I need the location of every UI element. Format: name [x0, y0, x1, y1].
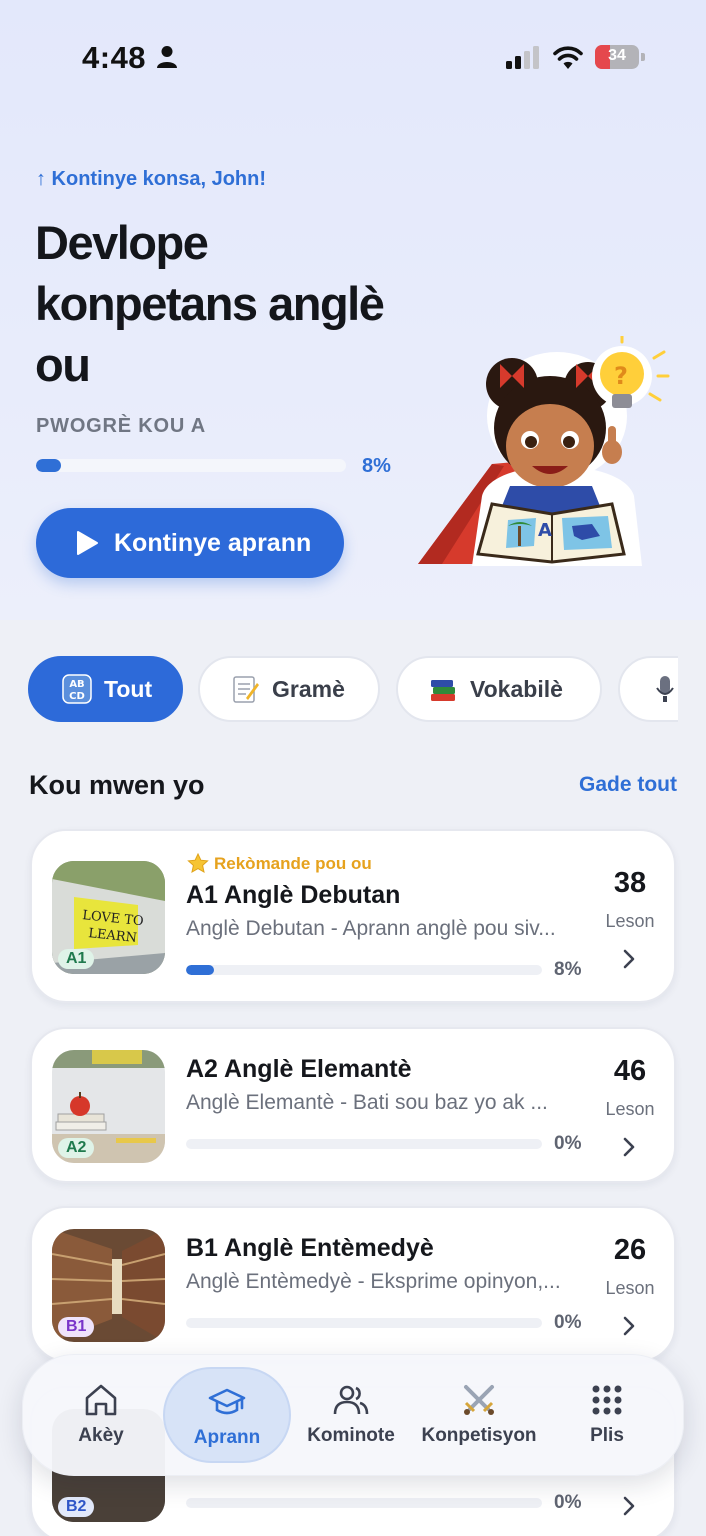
lesson-label: Leson: [605, 911, 655, 931]
recommended-label: Rekòmande pou ou: [187, 853, 372, 874]
course-thumbnail: LOVE TO LEARN A1: [52, 861, 165, 974]
recommended-text: Rekòmande pou ou: [214, 853, 372, 873]
lesson-label: Leson: [605, 1278, 655, 1298]
course-progress-percent: 8%: [554, 959, 582, 980]
course-card-a1[interactable]: LOVE TO LEARN A1 Rekòmande pou ou A1 Ang…: [30, 829, 676, 1003]
microphone-icon: [650, 674, 678, 704]
level-badge: A2: [58, 1138, 95, 1158]
course-description: Anglè Debutan - Aprann anglè pou siv...: [186, 917, 556, 940]
course-description: Anglè Elemantè - Bati sou baz yo ak ...: [186, 1091, 548, 1114]
course-progress-fill: [36, 459, 61, 472]
star-icon: [187, 853, 209, 873]
tab-competition[interactable]: Konpetisyon: [413, 1367, 545, 1463]
filter-chip-vocabulary[interactable]: Vokabilè: [396, 656, 602, 722]
course-progress-bar: [186, 1498, 542, 1508]
course-progress-bar: [186, 1139, 542, 1149]
tab-label: Kominote: [307, 1425, 395, 1446]
crossed-swords-icon: [464, 1385, 494, 1415]
status-time: 4:48: [82, 40, 147, 75]
lesson-count: 38: [613, 867, 647, 899]
course-progress-label: PWOGRÈ KOU A: [36, 415, 206, 437]
course-progress-fill: [186, 965, 215, 975]
filter-chip-grammar[interactable]: Gramè: [198, 656, 380, 722]
course-card-b1[interactable]: B1 B1 Anglè Entèmedyè Anglè Entèmedyè - …: [30, 1206, 676, 1362]
section-title: Kou mwen yo: [29, 770, 205, 800]
tab-learn[interactable]: Aprann: [163, 1367, 291, 1463]
tab-more[interactable]: Plis: [561, 1367, 653, 1463]
home-icon: [85, 1384, 117, 1416]
bottom-tab-bar: Akèy Aprann Kominote Konpetisyon Plis: [22, 1354, 684, 1476]
people-icon: [333, 1385, 369, 1415]
lesson-count: 46: [613, 1055, 647, 1087]
course-title: A2 Anglè Elemantè: [186, 1055, 412, 1083]
grid-dots-icon: [592, 1385, 622, 1415]
mascot-illustration: A ?: [418, 336, 670, 566]
tab-community[interactable]: Kominote: [301, 1367, 401, 1463]
course-thumbnail: A2: [52, 1050, 165, 1163]
wifi-icon: [553, 46, 583, 69]
filter-chip-all[interactable]: AB CD Tout: [28, 656, 183, 722]
course-thumbnail: B1: [52, 1229, 165, 1342]
svg-text:?: ?: [614, 362, 628, 390]
graduation-cap-icon: [208, 1388, 246, 1415]
course-progress-percent: 0%: [554, 1133, 582, 1154]
abcd-icon: AB CD: [62, 674, 92, 704]
continue-learning-button[interactable]: Kontinye aprann: [36, 508, 344, 578]
course-title: A1 Anglè Debutan: [186, 881, 401, 909]
continue-learning-label: Kontinye aprann: [114, 528, 312, 557]
battery-indicator: 34: [595, 45, 645, 69]
cellular-signal-icon: [506, 46, 539, 69]
svg-text:A: A: [538, 520, 552, 541]
status-bar: 4:48 34: [0, 0, 706, 110]
lesson-label: Leson: [605, 1099, 655, 1119]
play-icon: [77, 531, 98, 555]
filter-chip-label: Gramè: [272, 675, 345, 702]
level-badge: A1: [58, 949, 95, 969]
lesson-count: 26: [613, 1234, 647, 1266]
filter-chip-label: Vokabilè: [470, 675, 563, 702]
tab-label: Konpetisyon: [421, 1425, 537, 1446]
course-progress-percent: 0%: [554, 1312, 582, 1333]
battery-percent: 34: [608, 47, 626, 64]
chevron-right-icon: [623, 1496, 635, 1516]
category-filter-bar: AB CD Tout Gramè Vokabilè: [28, 656, 678, 724]
course-description: Anglè Entèmedyè - Eksprime opinyon,...: [186, 1270, 561, 1293]
chevron-right-icon: [623, 1316, 635, 1336]
tab-label: Plis: [590, 1425, 624, 1446]
tab-home[interactable]: Akèy: [53, 1367, 149, 1463]
level-badge: B2: [58, 1497, 95, 1517]
hero-title: Devlope konpetans anglè ou: [35, 216, 385, 391]
course-progress-bar: [36, 459, 346, 472]
chevron-right-icon: [623, 949, 635, 969]
greeting-text: ↑ Kontinye konsa, John!: [36, 168, 267, 190]
level-badge: B1: [58, 1317, 95, 1337]
svg-text:CD: CD: [69, 691, 85, 702]
memo-icon: [230, 674, 260, 704]
chevron-right-icon: [623, 1137, 635, 1157]
filter-chip-label: Tout: [104, 675, 153, 702]
tab-label: Akèy: [78, 1425, 124, 1446]
course-progress-bar: [186, 965, 542, 975]
person-icon: [157, 46, 177, 68]
course-progress-bar: [186, 1318, 542, 1328]
filter-chip-speaking[interactable]: [618, 656, 678, 722]
course-title: B1 Anglè Entèmedyè: [186, 1234, 434, 1262]
course-card-a2[interactable]: A2 A2 Anglè Elemantè Anglè Elemantè - Ba…: [30, 1027, 676, 1183]
tab-label: Aprann: [193, 1427, 261, 1448]
see-all-link[interactable]: Gade tout: [579, 773, 677, 797]
svg-text:AB: AB: [69, 679, 84, 690]
course-progress-percent: 0%: [554, 1492, 582, 1513]
books-icon: [428, 674, 458, 704]
course-progress-percent: 8%: [362, 455, 391, 477]
